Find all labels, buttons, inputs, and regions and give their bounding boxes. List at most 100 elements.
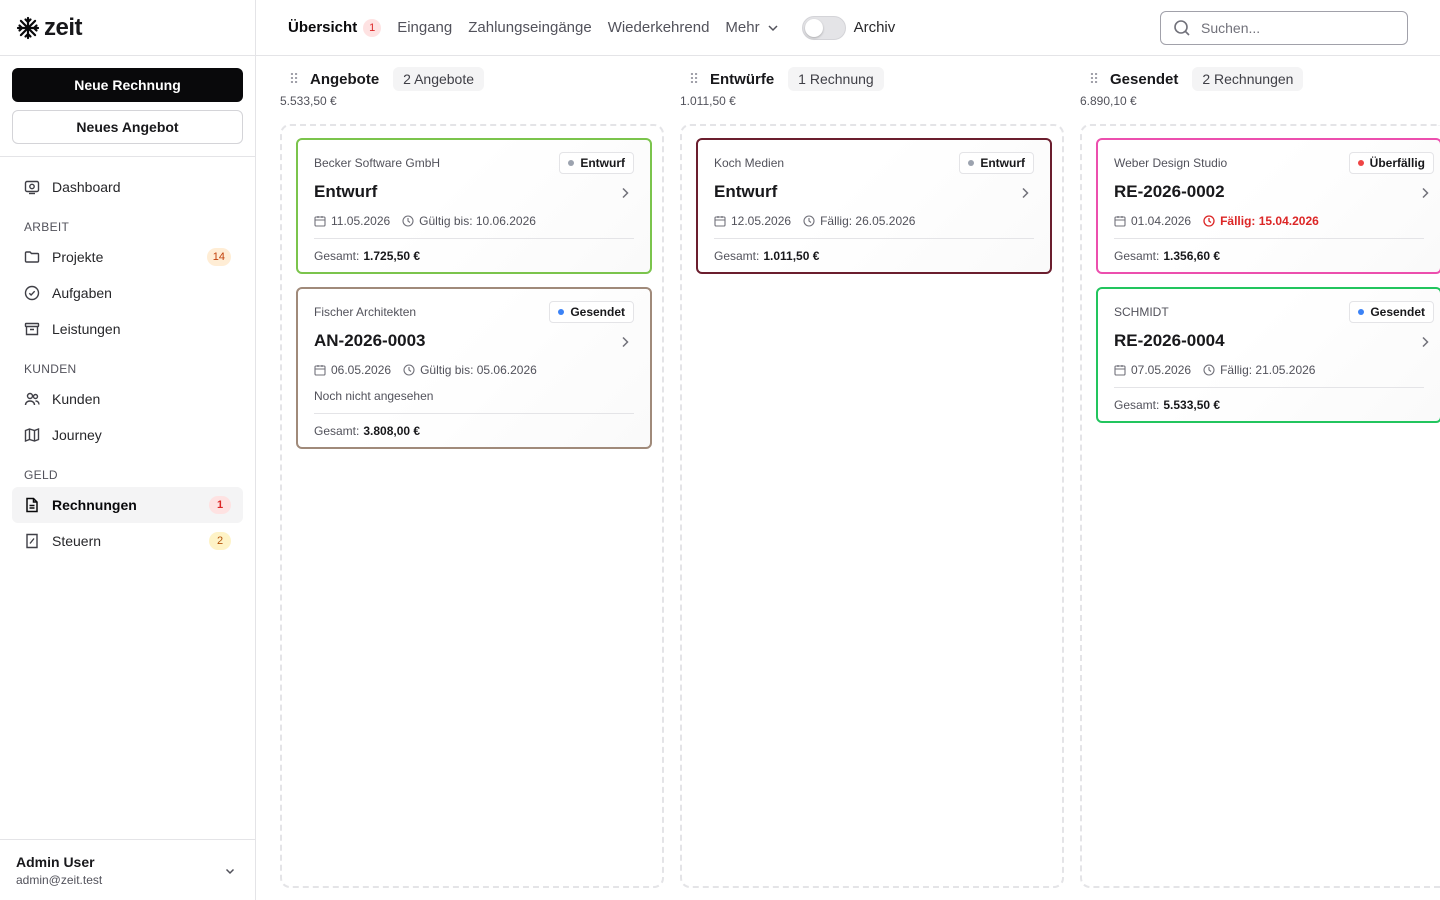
sidebar-item-kunden[interactable]: Kunden: [12, 381, 243, 417]
tab-recurring[interactable]: Wiederkehrend: [608, 19, 710, 36]
chevron-right-icon[interactable]: [618, 186, 632, 205]
due-text: Fällig: 26.05.2026: [820, 214, 916, 228]
sidebar-item-journey[interactable]: Journey: [12, 417, 243, 453]
chevron-right-icon[interactable]: [1018, 186, 1032, 205]
column-title: Angebote: [310, 70, 380, 88]
section-heading-work: ARBEIT: [24, 220, 70, 234]
date-text: 11.05.2026: [331, 214, 391, 228]
sidebar-item-label: Leistungen: [52, 321, 121, 337]
clock-icon: [1203, 364, 1215, 376]
document-card[interactable]: Fischer Architekten Gesendet AN-2026-000…: [296, 287, 652, 449]
section-heading-customers: KUNDEN: [24, 362, 77, 376]
users-icon: [24, 391, 40, 407]
new-offer-button[interactable]: Neues Angebot: [12, 110, 243, 144]
document-card[interactable]: Becker Software GmbH Entwurf Entwurf 11.…: [296, 138, 652, 274]
card-title: Entwurf: [714, 182, 778, 201]
card-due: Gültig bis: 05.06.2026: [403, 363, 537, 377]
column-dropzone: Koch Medien Entwurf Entwurf 12.05.2026 F…: [680, 124, 1064, 888]
date-text: 06.05.2026: [331, 363, 392, 377]
status-label: Überfällig: [1369, 156, 1425, 170]
search-icon: [1173, 19, 1191, 37]
tab-label: Übersicht: [288, 19, 358, 36]
column-dropzone: Weber Design Studio Überfällig RE-2026-0…: [1080, 124, 1440, 888]
document-card[interactable]: Weber Design Studio Überfällig RE-2026-0…: [1096, 138, 1440, 274]
taxes-count-badge: 2: [209, 532, 231, 550]
card-title: RE-2026-0002: [1114, 182, 1225, 201]
sidebar-nav: Dashboard ARBEIT Projekte 14 Aufgaben Le…: [0, 157, 255, 571]
tab-inbox[interactable]: Eingang: [397, 19, 452, 36]
sidebar-item-dashboard[interactable]: Dashboard: [12, 169, 243, 205]
document-card[interactable]: Koch Medien Entwurf Entwurf 12.05.2026 F…: [696, 138, 1052, 274]
sidebar-item-label: Steuern: [52, 533, 102, 549]
card-title: Entwurf: [314, 182, 378, 201]
calendar-icon: [1114, 216, 1126, 227]
calendar-icon: [714, 216, 726, 227]
sidebar-item-label: Journey: [52, 427, 102, 443]
card-meta: 06.05.2026 Gültig bis: 05.06.2026: [314, 363, 634, 377]
calendar-icon: [1114, 365, 1126, 376]
column-angebote: ⠿ Angebote 2 Angebote 5.533,50 € Becker …: [280, 56, 664, 888]
dashboard-icon: [24, 179, 40, 195]
card-due-overdue: Fällig: 15.04.2026: [1203, 214, 1319, 228]
total-label: Gesamt:: [1114, 397, 1160, 412]
sidebar-item-projekte[interactable]: Projekte 14: [12, 239, 243, 275]
snowflake-logo-icon: [16, 16, 40, 40]
search-box: [1160, 11, 1408, 45]
chevron-right-icon[interactable]: [1418, 186, 1432, 205]
status-dot: [968, 160, 975, 166]
status-dot: [568, 160, 575, 166]
column-title: Gesendet: [1110, 70, 1179, 88]
archive-toggle[interactable]: [801, 15, 846, 40]
status-label: Gesendet: [1370, 305, 1425, 319]
total-amount: 3.808,00 €: [363, 423, 421, 438]
date-text: 12.05.2026: [731, 214, 792, 228]
column-total: 6.890,10 €: [1080, 94, 1137, 108]
due-text: Gültig bis: 05.06.2026: [420, 363, 537, 377]
card-total: Gesamt: 5.533,50 €: [1114, 388, 1424, 421]
calendar-icon: [314, 365, 326, 376]
sidebar-item-label: Rechnungen: [52, 497, 137, 513]
total-amount: 1.725,50 €: [363, 248, 421, 263]
search-input[interactable]: [1201, 20, 1391, 36]
date-text: 07.05.2026: [1131, 363, 1192, 377]
card-total: Gesamt: 1.356,60 €: [1114, 239, 1424, 272]
status-label: Gesendet: [570, 305, 625, 319]
card-total: Gesamt: 1.011,50 €: [714, 239, 1034, 272]
card-total: Gesamt: 1.725,50 €: [314, 239, 634, 272]
overview-count-badge: 1: [363, 18, 382, 37]
chevron-right-icon[interactable]: [1418, 335, 1432, 354]
sidebar-item-steuern[interactable]: Steuern 2: [12, 523, 243, 559]
status-badge: Entwurf: [559, 152, 634, 174]
card-date: 01.04.2026: [1114, 214, 1191, 228]
sidebar-actions: Neue Rechnung Neues Angebot: [0, 56, 255, 157]
tab-payments[interactable]: Zahlungseingänge: [468, 19, 591, 36]
card-title: RE-2026-0004: [1114, 331, 1225, 350]
column-count-pill: 2 Angebote: [393, 67, 485, 91]
tab-more[interactable]: Mehr: [725, 19, 779, 36]
archive-toggle-label: Archiv: [853, 19, 896, 36]
user-email: admin@zeit.test: [16, 873, 103, 887]
invoices-count-badge: 1: [209, 496, 231, 514]
card-meta: 11.05.2026 Gültig bis: 10.06.2026: [314, 214, 634, 228]
card-due: Fällig: 26.05.2026: [803, 214, 915, 228]
tab-overview[interactable]: Übersicht 1: [288, 18, 382, 37]
status-dot: [1358, 309, 1365, 315]
sidebar-item-rechnungen[interactable]: Rechnungen 1: [12, 487, 243, 523]
document-card[interactable]: SCHMIDT Gesendet RE-2026-0004 07.05.2026…: [1096, 287, 1440, 423]
drag-handle-icon[interactable]: ⠿: [682, 71, 706, 88]
drag-handle-icon[interactable]: ⠿: [1082, 71, 1106, 88]
total-label: Gesamt:: [314, 423, 360, 438]
app-logo[interactable]: zeit: [0, 0, 255, 56]
sidebar-item-leistungen[interactable]: Leistungen: [12, 311, 243, 347]
status-dot: [1357, 160, 1364, 166]
status-badge: Gesendet: [549, 301, 634, 323]
new-invoice-button[interactable]: Neue Rechnung: [12, 68, 243, 102]
sidebar-item-aufgaben[interactable]: Aufgaben: [12, 275, 243, 311]
chevron-right-icon[interactable]: [618, 335, 632, 354]
drag-handle-icon[interactable]: ⠿: [282, 71, 306, 88]
chevron-down-icon: [766, 21, 780, 35]
sidebar-item-label: Projekte: [52, 249, 104, 265]
calendar-icon: [314, 216, 326, 227]
top-navigation: Übersicht 1 Eingang Zahlungseingänge Wie…: [256, 0, 1440, 56]
user-menu[interactable]: Admin User admin@zeit.test: [0, 839, 255, 900]
